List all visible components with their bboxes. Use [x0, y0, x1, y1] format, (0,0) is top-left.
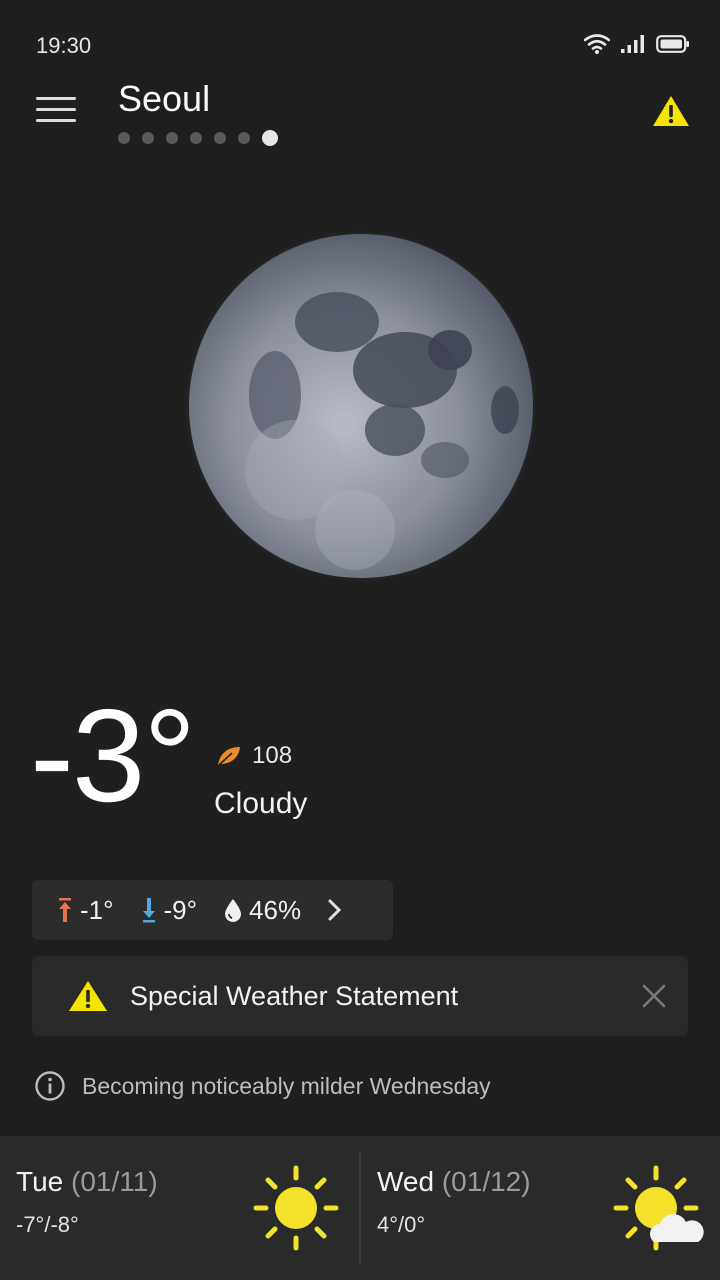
low-temp-group: -9° — [140, 894, 198, 926]
current-temperature: -3° — [30, 682, 196, 829]
alert-title: Special Weather Statement — [130, 980, 459, 1011]
low-temp: -9° — [163, 894, 198, 925]
page-dot — [190, 132, 202, 144]
aqi-value: 108 — [252, 742, 293, 769]
weather-alert-banner[interactable]: Special Weather Statement — [32, 956, 688, 1036]
page-dot — [142, 132, 154, 144]
day-label: Wed (01/12) — [377, 1166, 531, 1198]
humidity: 46% — [249, 894, 302, 925]
page-dot — [214, 132, 226, 144]
droplet-icon — [225, 899, 242, 922]
sun-cloud-icon — [613, 1165, 704, 1251]
page-indicator[interactable] — [118, 130, 278, 146]
day-label: Tue (01/11) — [16, 1166, 158, 1198]
daily-forecast[interactable]: Tue (01/11) -7°/-8° Wed (01/12) 4°/0° — [0, 1136, 720, 1280]
page-dot-active — [262, 130, 278, 146]
moon-image — [185, 230, 537, 582]
day-name: Wed — [377, 1166, 435, 1197]
page-dot — [166, 132, 178, 144]
condition-text: Cloudy — [214, 787, 308, 820]
day-name: Tue — [16, 1166, 64, 1197]
status-icons — [584, 34, 690, 54]
wifi-icon — [584, 34, 610, 54]
signal-icon — [621, 35, 644, 53]
city-name: Seoul — [118, 78, 211, 119]
battery-icon — [656, 35, 689, 53]
day-date: (01/12) — [441, 1166, 531, 1197]
menu-icon-bar — [36, 97, 76, 100]
day-temps: -7°/-8° — [16, 1212, 79, 1237]
page-dot — [118, 132, 130, 144]
menu-icon-bar — [36, 119, 76, 122]
day-date: (01/11) — [71, 1166, 158, 1197]
info-icon — [35, 1071, 65, 1101]
humidity-group: 46% — [223, 895, 301, 926]
forecast-day-wed[interactable]: Wed (01/12) 4°/0° — [377, 1166, 531, 1238]
close-icon[interactable] — [638, 980, 670, 1012]
aqi-indicator[interactable]: 108 — [216, 742, 292, 770]
status-time: 19:30 — [36, 33, 92, 58]
high-temp-group: -1° — [56, 895, 114, 926]
arrow-up-icon — [59, 898, 71, 922]
high-temp: -1° — [80, 894, 114, 925]
warning-icon[interactable] — [652, 94, 690, 128]
details-pill[interactable]: -1° -9° 46% — [32, 880, 393, 940]
arrow-down-icon — [142, 898, 155, 923]
sun-icon — [253, 1165, 339, 1251]
chevron-right-icon — [328, 899, 342, 921]
forecast-divider — [359, 1152, 361, 1264]
day-temps: 4°/0° — [377, 1212, 426, 1237]
menu-icon-bar — [36, 108, 76, 111]
warning-icon — [69, 981, 107, 1011]
forecast-day-tue[interactable]: Tue (01/11) -7°/-8° — [16, 1166, 158, 1238]
leaf-icon — [218, 747, 240, 766]
summary-text: Becoming noticeably milder Wednesday — [82, 1072, 491, 1099]
page-dot — [238, 132, 250, 144]
menu-button[interactable] — [36, 97, 76, 127]
forecast-summary: Becoming noticeably milder Wednesday — [34, 1070, 491, 1102]
